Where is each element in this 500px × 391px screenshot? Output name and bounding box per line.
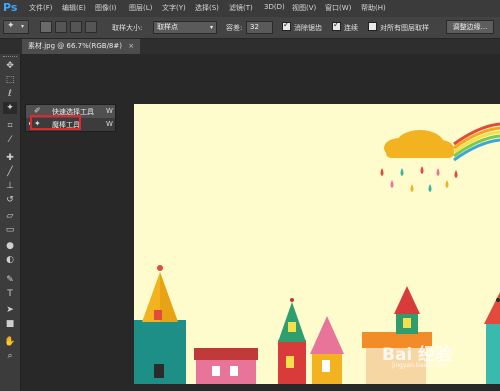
subtract-from-selection-button[interactable] [70, 21, 82, 33]
healing-brush-icon[interactable]: ✚ [3, 152, 17, 164]
pen-icon[interactable]: ✎ [3, 274, 17, 286]
tolerance-label: 容差: [226, 24, 243, 32]
history-brush-icon[interactable]: ↺ [3, 194, 17, 206]
close-icon[interactable]: × [128, 42, 134, 50]
path-selection-icon[interactable]: ➤ [3, 304, 17, 316]
rainbow [453, 122, 500, 162]
shortcut-key: W [106, 107, 113, 115]
chevron-down-icon: ▾ [209, 24, 213, 31]
chevron-down-icon: ▾ [21, 23, 25, 30]
tool-preset-picker[interactable]: ✦ ▾ [3, 20, 29, 34]
all-layers-checkbox[interactable] [368, 22, 377, 31]
magic-wand-icon[interactable]: ✦ [3, 102, 17, 114]
contiguous-checkbox[interactable] [332, 20, 341, 31]
all-layers-label: 对所有图层取样 [380, 24, 429, 32]
watermark-url: jingyan.baidu.com [392, 362, 448, 369]
options-bar: ✦ ▾ 取样大小: 取样点 ▾ 容差: 32 消除锯齿 连续 对所有图层取样 调… [0, 17, 500, 39]
type-icon[interactable]: T [3, 288, 17, 300]
zoom-icon[interactable]: ⌕ [3, 350, 17, 362]
eraser-icon[interactable]: ▱ [3, 210, 17, 222]
dodge-icon[interactable]: ◐ [3, 254, 17, 266]
menu-3d[interactable]: 3D(D) [264, 3, 285, 11]
pink-house [194, 348, 258, 384]
menu-help[interactable]: 帮助(H) [361, 3, 386, 13]
app-logo: Ps [3, 1, 18, 14]
shortcut-key: W [106, 120, 113, 128]
toolbar-grip[interactable] [3, 56, 17, 59]
hand-icon[interactable]: ✋ [3, 336, 17, 348]
annotation-highlight [30, 115, 81, 130]
raindrops [380, 166, 458, 192]
blur-icon[interactable]: ● [3, 240, 17, 252]
pink-tower [310, 316, 344, 384]
antialias-checkbox[interactable] [282, 20, 291, 31]
menu-filter[interactable]: 滤镜(T) [229, 3, 253, 13]
green-tower [278, 298, 306, 384]
left-tower [134, 265, 186, 384]
move-icon[interactable]: ✥ [3, 60, 17, 72]
tools-panel: ✥ ⬚ ℓ ✦ ⌗ ⁄ ✚ ╱ ⊥ ↺ ▱ ▭ ● ◐ ✎ T ➤ ■ ✋ ⌕ [0, 54, 21, 391]
contiguous-label: 连续 [344, 24, 358, 32]
marquee-icon[interactable]: ⬚ [3, 74, 17, 86]
menu-select[interactable]: 选择(S) [195, 3, 219, 13]
document-tab-title: 素材.jpg @ 66.7%(RGB/8#) [28, 42, 122, 50]
add-to-selection-button[interactable] [55, 21, 67, 33]
menu-layer[interactable]: 图层(L) [129, 3, 152, 13]
sample-size-label: 取样大小: [112, 24, 143, 32]
document-tab[interactable]: 素材.jpg @ 66.7%(RGB/8#) × [22, 39, 141, 54]
eyedropper-icon[interactable]: ⁄ [3, 134, 17, 146]
crop-icon[interactable]: ⌗ [3, 120, 17, 132]
quick-selection-icon: ✐ [34, 106, 41, 115]
antialias-label: 消除锯齿 [294, 24, 322, 32]
menu-window[interactable]: 窗口(W) [325, 3, 351, 13]
gradient-icon[interactable]: ▭ [3, 224, 17, 236]
menu-bar: Ps 文件(F) 编辑(E) 图像(I) 图层(L) 文字(Y) 选择(S) 滤… [0, 0, 500, 18]
sample-size-value: 取样点 [157, 23, 178, 31]
cloud [384, 130, 454, 158]
menu-type[interactable]: 文字(Y) [162, 3, 186, 13]
menu-file[interactable]: 文件(F) [29, 3, 53, 13]
orange-house [362, 286, 432, 384]
brush-icon[interactable]: ╱ [3, 166, 17, 178]
menu-view[interactable]: 视图(V) [292, 3, 316, 13]
intersect-selection-button[interactable] [85, 21, 97, 33]
right-tower [484, 292, 500, 384]
clone-stamp-icon[interactable]: ⊥ [3, 180, 17, 192]
magic-wand-icon: ✦ [7, 21, 15, 31]
menu-image[interactable]: 图像(I) [95, 3, 117, 13]
new-selection-button[interactable] [40, 21, 52, 33]
rectangle-shape-icon[interactable]: ■ [3, 318, 17, 330]
refine-edge-button[interactable]: 调整边缘... [446, 20, 494, 34]
lasso-icon[interactable]: ℓ [3, 88, 17, 100]
menu-edit[interactable]: 编辑(E) [62, 3, 86, 13]
sample-size-select[interactable]: 取样点 ▾ [153, 21, 217, 34]
tolerance-input[interactable]: 32 [246, 21, 273, 34]
